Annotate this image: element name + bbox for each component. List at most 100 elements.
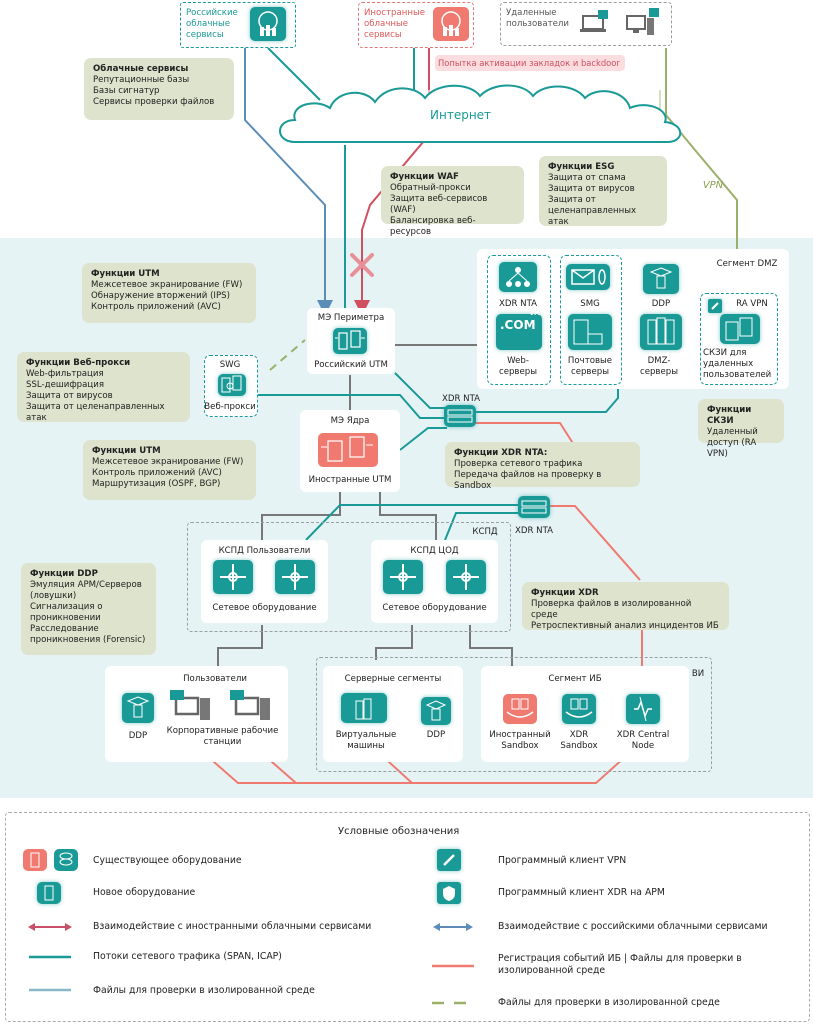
smg-icon [566,264,610,290]
note-line: Проверка сетевого трафика [454,459,583,469]
note-line: (ловушки) [30,591,77,601]
ru-utm-icon [333,328,367,354]
perimeter-title: МЭ Периметра [317,313,385,323]
note-line: Эмуляция АРМ/Серверов [30,580,142,590]
legend-files-green: Файлы для проверки в изолированной среде [498,997,720,1008]
legend-traffic: Потоки сетевого трафика (SPAN, ICAP) [93,951,282,962]
note-title: Облачные сервисы [93,64,189,74]
note-line: Проверка файлов в изолированной среде [531,599,692,620]
server-ddp-label: DDP [426,730,446,740]
legend-events-red-line [432,964,474,968]
legend-files-blue-line [29,988,71,992]
note-xdr: Функции XDR Проверка файлов в изолирован… [522,582,729,631]
note-ddp: Функции DDP Эмуляция АРМ/Серверов (ловуш… [21,563,156,655]
users-ddp-icon [122,693,154,723]
note-line: Обратный-прокси [390,183,471,193]
note-title: Функции ESG [548,162,615,172]
dmz-smg-label: SMG [580,299,600,309]
note-line: Маршрутизация (OSPF, BGP) [92,479,221,489]
note-web-proxy: Функции Веб-прокси Web-фильтрация SSL-де… [17,352,190,423]
note-line: Сигнализация о [30,602,103,612]
note-title: Функции Веб-прокси [26,358,131,368]
note-title: Функции UTM [91,269,160,279]
ru-cloud-label: Российские облачные сервисы [186,8,238,40]
note-line: Передача файлов на проверку в Sandbox [454,470,602,491]
note-line: целенаправленных атак [548,206,637,227]
switch-icon [446,560,486,594]
note-title: Функции XDR [531,588,599,598]
backdoor-alert-text: Попытка активации закладок и backdoor [438,58,620,68]
note-line: Контроль приложений (AVC) [91,302,221,312]
ib-title: Сегмент ИБ [548,674,602,684]
legend-files-blue: Файлы для проверки в изолированной среде [93,985,315,996]
ra-vpn-label: RA VPN [736,299,768,309]
note-cloud-services: Облачные сервисы Репутационные базы Базы… [84,58,234,120]
swg-icon [218,374,246,396]
vpn-client-icon [437,849,461,871]
switch-icon [275,560,315,594]
legend-events: Регистрация событий ИБ | Файлы для прове… [498,953,742,976]
new-equipment-icon [37,882,61,904]
server-title: Серверные сегменты [344,674,442,684]
users-ddp-label: DDP [128,731,148,741]
existing-equipment-icon-teal [54,849,78,871]
workstation-icon [168,690,216,724]
xdr-nta-1-icon[interactable] [444,405,476,427]
swg-sub: Веб-прокси [204,402,256,412]
xdr-nta-dmz-icon [499,262,537,292]
dmz-ddp-icon [643,264,679,294]
dmz-ddp-label: DDP [651,299,671,309]
switch-icon [213,560,253,594]
dmz-server-icon [640,314,682,350]
xdr-central-node-label: XDR Central Node [616,730,670,751]
note-esg: Функции ESG Защита от спама Защита от ви… [539,156,667,227]
note-title: Функции DDP [30,569,98,579]
existing-equipment-icon-red [23,849,47,871]
note-title: Функции СКЗИ [707,405,752,426]
foreign-sandbox-label: Иностранный Sandbox [489,730,551,751]
xdr-nta-2-label: XDR NTA [514,526,554,536]
xdr-sandbox-label: XDR Sandbox [560,730,598,751]
note-line: Балансировка веб-ресурсов [390,216,476,237]
legend-new: Новое оборудование [93,887,196,898]
note-line: проникновении [30,613,101,623]
core-title: МЭ Ядра [330,416,370,426]
xdr-red-line-2 [548,505,641,581]
xdr-nta-2-icon[interactable] [518,496,550,518]
note-line: Сервисы проверки файлов [93,97,215,107]
switch-icon [383,560,423,594]
kspd-cod-sub: Сетевое оборудование [382,603,487,613]
foreign-cloud-icon [433,7,469,41]
legend-ru-interaction: Взаимодействие с российскими облачными с… [498,921,768,932]
vpn-label: VPN [702,180,724,191]
legend-vpn-client: Программный клиент VPN [498,855,627,866]
note-line: Базы сигнатур [93,86,160,96]
note-title: Функции WAF [390,172,459,182]
xdr-central-node-icon [626,694,660,724]
remote-users-label: Удаленные пользователи [506,8,569,29]
note-line: Межсетевое экранирование (FW) [92,457,244,467]
foreign-sandbox-icon [503,694,537,724]
ru-cloud-icon [250,7,286,41]
note-line: проникновения (Forensic) [30,635,146,645]
dmz-mail-label: Почтовые серверы [567,356,613,377]
skzi-icon [720,314,760,344]
web-server-icon: .COM VM [496,310,542,350]
vm-label: Виртуальные машины [335,730,397,751]
vm-icon [341,693,387,723]
legend-traffic-line [29,955,71,959]
note-line: Репутационные базы [93,75,190,85]
core-sub: Иностранные UTM [308,475,392,485]
dmz-servers-label: DMZ-серверы [639,356,679,377]
vi-label: ВИ [691,669,705,679]
note-skzi: Функции СКЗИ Удаленный доступ (RA VPN) [698,399,784,459]
internet-label: Интернет [430,108,492,122]
note-title: Функции XDR NTA: [454,448,548,458]
note-line: Обнаружение вторжений (IPS) [91,291,230,301]
com-text: .COM [500,318,536,332]
skzi-label: СКЗИ для удаленных пользователей [703,348,772,380]
note-utm-perimeter: Функции UTM Межсетевое экранирование (FW… [82,263,256,323]
xdr-sandbox-icon [562,694,596,724]
note-waf: Функции WAF Обратный-прокси Защита веб-с… [381,166,524,237]
note-line: Web-фильтрация [26,369,104,379]
